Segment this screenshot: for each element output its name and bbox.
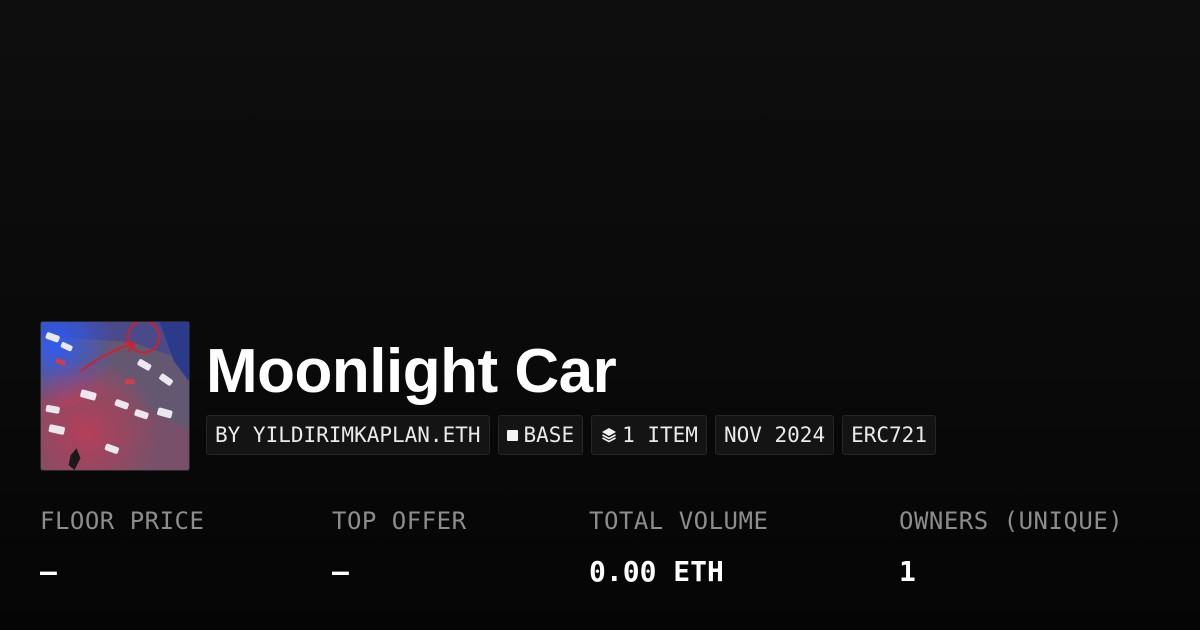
stat-floor-price: FLOOR PRICE – xyxy=(40,506,204,588)
car-scene-image xyxy=(41,322,189,470)
date-label: NOV 2024 xyxy=(723,423,826,447)
stat-total-volume: TOTAL VOLUME 0.00 ETH xyxy=(589,506,768,588)
stat-label: TOTAL VOLUME xyxy=(589,507,769,535)
date-tag: NOV 2024 xyxy=(714,415,835,455)
stat-label: TOP OFFER xyxy=(332,507,467,535)
stat-label: OWNERS (UNIQUE) xyxy=(899,507,1124,535)
stat-top-offer: TOP OFFER – xyxy=(332,506,467,588)
chain-tag[interactable]: BASE xyxy=(497,415,584,455)
collection-title: Moonlight Car xyxy=(206,337,617,406)
items-tag: 1 ITEM xyxy=(591,415,707,455)
standard-label: ERC721 xyxy=(851,423,927,447)
creator-tag[interactable]: BY YILDIRIMKAPLAN.ETH xyxy=(206,415,490,455)
layers-icon xyxy=(600,426,618,444)
stat-value: – xyxy=(40,555,57,588)
collection-tags: BY YILDIRIMKAPLAN.ETH BASE 1 ITEM NOV 20… xyxy=(206,415,936,455)
stat-value: 0.00 ETH xyxy=(589,555,724,588)
square-icon xyxy=(506,429,518,441)
standard-tag: ERC721 xyxy=(842,415,936,455)
collection-thumbnail xyxy=(40,321,190,471)
items-label: 1 ITEM xyxy=(622,423,698,447)
stat-value: – xyxy=(332,555,349,588)
stat-owners: OWNERS (UNIQUE) 1 xyxy=(899,506,1123,588)
stat-value: 1 xyxy=(899,555,916,588)
chain-label: BASE xyxy=(523,423,575,447)
stat-label: FLOOR PRICE xyxy=(40,507,205,535)
creator-label: BY YILDIRIMKAPLAN.ETH xyxy=(215,423,481,447)
